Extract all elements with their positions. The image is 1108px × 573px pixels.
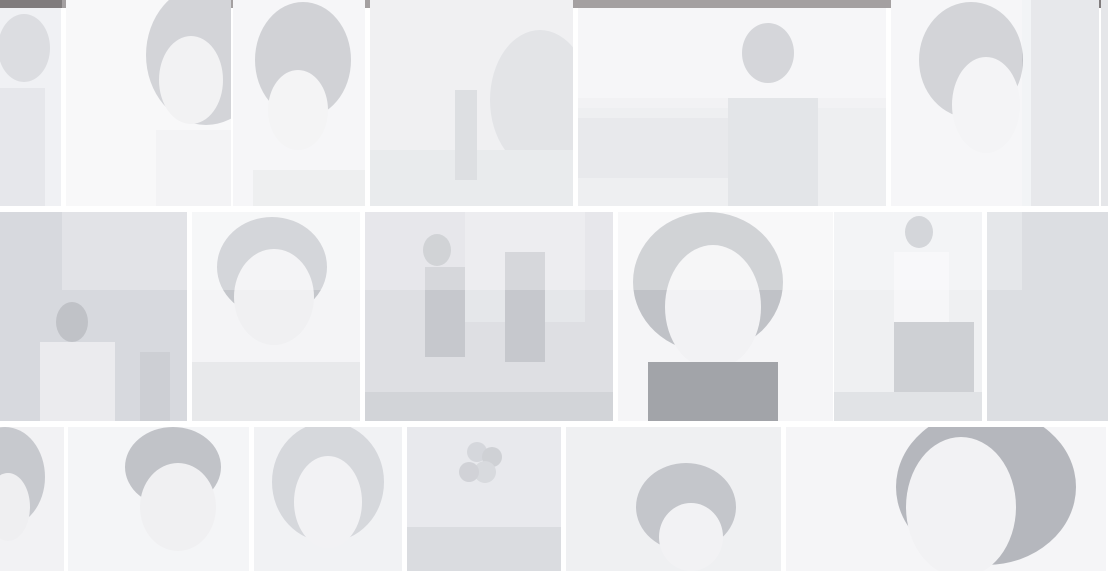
- photo-tile[interactable]: [891, 0, 1099, 206]
- group-icon: [0, 212, 187, 421]
- dancer-icon: [365, 212, 613, 421]
- photo-tile[interactable]: [1101, 0, 1108, 206]
- portrait-icon: [272, 427, 384, 548]
- photo-tile[interactable]: [370, 0, 573, 206]
- photo-tile[interactable]: [407, 427, 561, 571]
- balloons-icon: [407, 442, 561, 571]
- photo-tile[interactable]: [365, 212, 613, 421]
- photo-tile[interactable]: [987, 212, 1108, 421]
- photo-gallery: [0, 0, 1108, 573]
- portrait-icon: [0, 14, 50, 206]
- portrait-icon: [896, 427, 1076, 571]
- portrait-icon: [0, 427, 45, 541]
- portrait-icon: [146, 0, 231, 206]
- photo-tile[interactable]: [566, 427, 781, 571]
- photo-tile[interactable]: [254, 427, 402, 571]
- photo-tile[interactable]: [786, 427, 1106, 571]
- portrait-icon: [253, 2, 365, 206]
- photo-tile[interactable]: [618, 212, 833, 421]
- photo-tile[interactable]: [233, 0, 365, 206]
- portrait-icon: [192, 217, 360, 421]
- photo-tile[interactable]: [834, 212, 982, 421]
- photo-tile[interactable]: [0, 8, 61, 206]
- portrait-icon: [919, 0, 1099, 206]
- portrait-icon: [834, 216, 982, 421]
- photo-tile[interactable]: [192, 212, 360, 421]
- photo-tile[interactable]: [0, 427, 64, 571]
- portrait-icon: [633, 212, 783, 421]
- photo-tile[interactable]: [0, 212, 187, 421]
- photo-tile[interactable]: [578, 8, 886, 206]
- portrait-icon: [636, 463, 736, 571]
- photo-tile[interactable]: [68, 427, 249, 571]
- portrait-icon: [125, 427, 221, 551]
- portrait-icon: [578, 8, 886, 206]
- photo-tile[interactable]: [66, 0, 231, 206]
- landscape-icon: [370, 0, 573, 206]
